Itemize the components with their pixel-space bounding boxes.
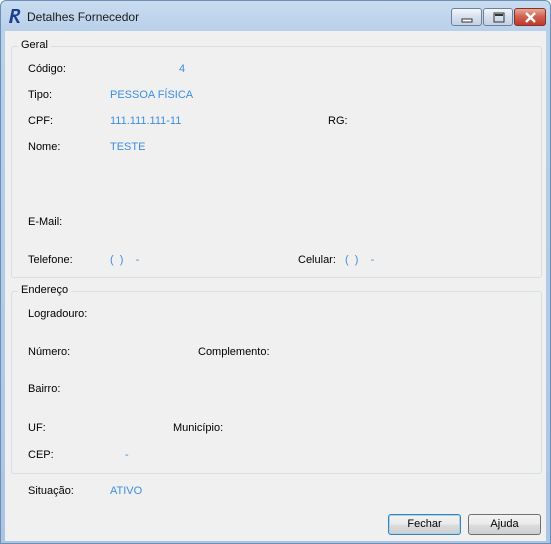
municipio-label: Município: bbox=[173, 422, 224, 434]
minimize-icon bbox=[461, 18, 473, 23]
minimize-button[interactable] bbox=[451, 8, 482, 26]
uf-label: UF: bbox=[28, 422, 46, 434]
cep-value: - bbox=[125, 449, 129, 461]
dialog-body: Geral Código: 4 Tipo: PESSOA FÍSICA CPF:… bbox=[5, 31, 546, 541]
email-label: E-Mail: bbox=[28, 216, 63, 228]
numero-label: Número: bbox=[28, 346, 71, 358]
logradouro-label: Logradouro: bbox=[28, 308, 88, 320]
title-bar[interactable]: Detalhes Fornecedor bbox=[1, 1, 550, 31]
tipo-label: Tipo: bbox=[28, 89, 53, 101]
tipo-value: PESSOA FÍSICA bbox=[110, 89, 194, 101]
telefone-label: Telefone: bbox=[28, 254, 73, 266]
codigo-label: Código: bbox=[28, 63, 66, 75]
maximize-button[interactable] bbox=[483, 8, 513, 26]
close-icon bbox=[525, 12, 536, 23]
geral-group: Geral Código: 4 Tipo: PESSOA FÍSICA CPF:… bbox=[11, 39, 542, 278]
cpf-label: CPF: bbox=[28, 115, 54, 127]
window-title: Detalhes Fornecedor bbox=[27, 10, 140, 24]
rg-label: RG: bbox=[328, 115, 348, 127]
fechar-button[interactable]: Fechar bbox=[388, 514, 461, 535]
detalhes-fornecedor-window: Detalhes Fornecedor Geral Código: 4 Tipo… bbox=[0, 0, 551, 544]
endereco-legend: Endereço bbox=[18, 284, 72, 296]
complemento-label: Complemento: bbox=[198, 346, 270, 358]
ajuda-button[interactable]: Ajuda bbox=[468, 514, 541, 535]
endereco-group: Endereço Logradouro: Número: Complemento… bbox=[11, 284, 542, 474]
close-button[interactable] bbox=[514, 8, 546, 26]
telefone-value: ( ) - bbox=[110, 254, 140, 266]
geral-legend: Geral bbox=[18, 39, 51, 51]
codigo-value: 4 bbox=[179, 63, 186, 75]
celular-label: Celular: bbox=[298, 254, 336, 266]
bairro-label: Bairro: bbox=[28, 383, 61, 395]
celular-value: ( ) - bbox=[345, 254, 375, 266]
nome-value: TESTE bbox=[110, 141, 146, 153]
app-logo-icon bbox=[7, 8, 23, 24]
cpf-value: 111.111.111-11 bbox=[110, 115, 182, 127]
maximize-icon bbox=[493, 12, 505, 23]
cep-label: CEP: bbox=[28, 449, 54, 461]
situacao-value: ATIVO bbox=[110, 485, 143, 497]
situacao-label: Situação: bbox=[28, 485, 74, 497]
nome-label: Nome: bbox=[28, 141, 61, 153]
